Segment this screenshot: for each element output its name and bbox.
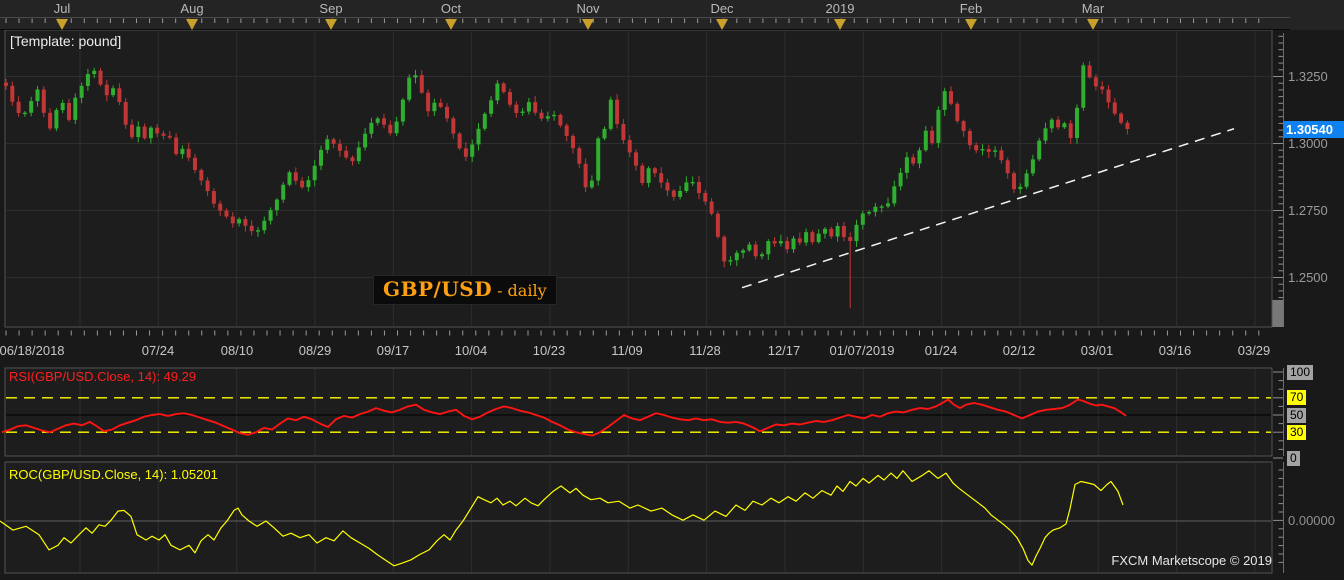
roc-axis[interactable] [1272,462,1344,573]
bottom-date-axis[interactable] [0,330,1290,368]
chart-canvas[interactable] [0,0,1344,580]
rsi-axis[interactable] [1272,368,1344,456]
marketscope-window: [Template: pound] GBP/USD - daily RSI(GBP… [0,0,1344,580]
price-axis[interactable] [1272,30,1344,327]
